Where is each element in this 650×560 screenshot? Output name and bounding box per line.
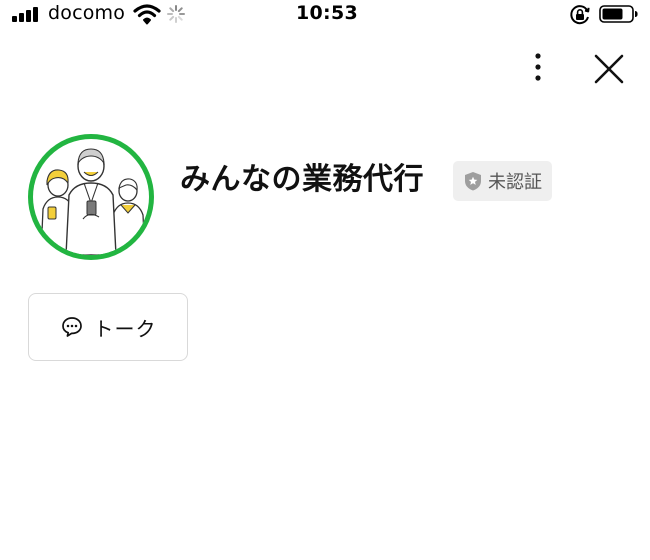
- close-icon[interactable]: [588, 50, 628, 90]
- talk-button-label: トーク: [93, 316, 157, 341]
- chat-bubble-icon: [61, 317, 82, 337]
- verification-badge-label: 未認証: [488, 172, 542, 193]
- talk-button[interactable]: トーク: [28, 293, 188, 361]
- business-people-illustration: [33, 139, 149, 255]
- status-time: 10:53: [296, 2, 358, 24]
- profile-name: みんなの業務代行: [180, 162, 424, 197]
- verification-badge[interactable]: 未認証: [453, 161, 552, 201]
- shield-star-icon: [465, 172, 481, 191]
- avatar: [28, 134, 154, 260]
- activity-spinner-icon: [167, 5, 185, 23]
- profile-screen: docomo 10:53 みんなの業務代行 未認証 トーク: [0, 0, 650, 560]
- status-bar: docomo 10:53: [0, 0, 650, 28]
- carrier-name: docomo: [48, 2, 126, 24]
- more-vertical-icon[interactable]: [520, 48, 556, 88]
- battery-icon: [599, 5, 638, 23]
- wifi-icon: [133, 4, 161, 25]
- rotation-lock-icon: [570, 5, 590, 25]
- signal-bars-icon: [12, 6, 42, 22]
